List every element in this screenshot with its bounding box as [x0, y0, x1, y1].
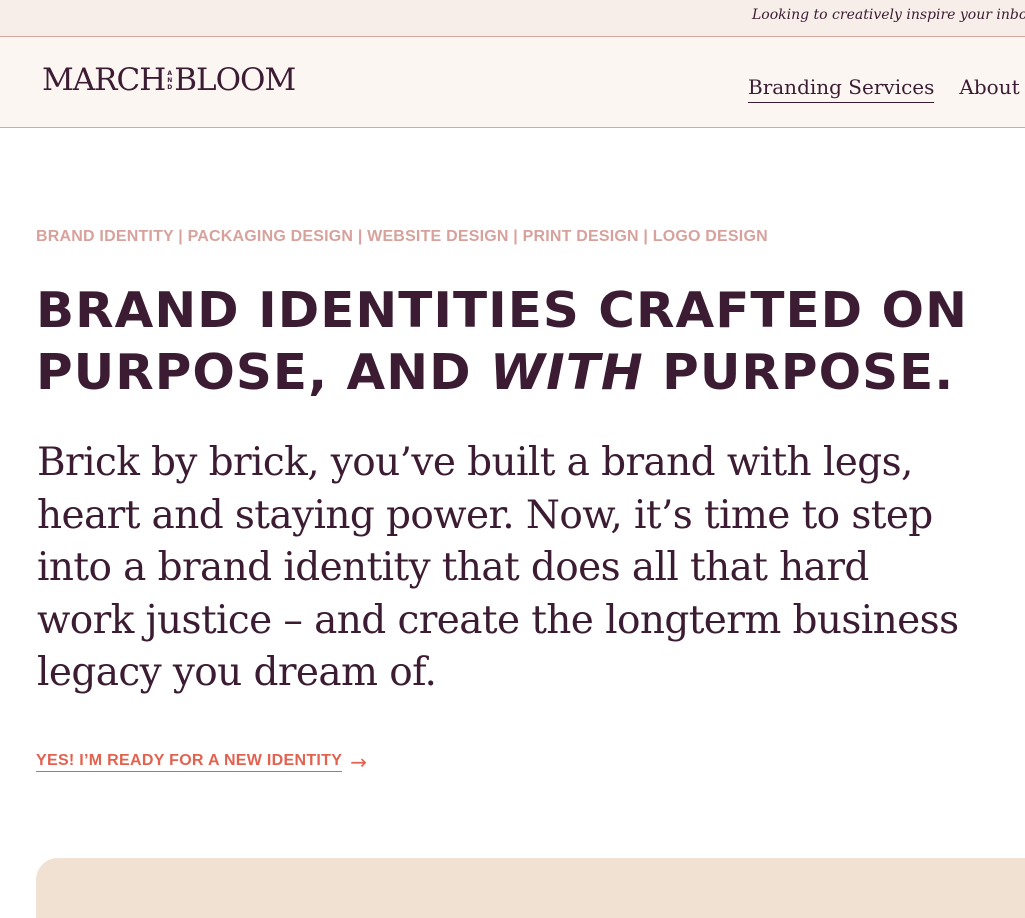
logo[interactable]: MARCH A N D BLOOM — [42, 62, 296, 98]
headline-line-1: BRAND IDENTITIES CRAFTED ON — [36, 282, 968, 339]
site-header: MARCH A N D BLOOM Branding Services Abou… — [0, 37, 1025, 128]
arrow-right-icon[interactable]: → — [350, 752, 367, 772]
nav-item-branding-services[interactable]: Branding Services — [748, 75, 935, 103]
services-tagline: BRAND IDENTITY | PACKAGING DESIGN | WEBS… — [36, 228, 768, 245]
announcement-text[interactable]: Looking to creatively inspire your inbox… — [752, 7, 1025, 23]
next-section-panel — [36, 858, 1025, 918]
hero-lede: Brick by brick, you’ve built a brand wit… — [37, 440, 959, 695]
new-identity-cta-link[interactable]: YES! I’M READY FOR A NEW IDENTITY → — [36, 752, 367, 772]
nav-item-about[interactable]: About — [959, 75, 1019, 103]
cta-label[interactable]: YES! I’M READY FOR A NEW IDENTITY — [36, 752, 343, 772]
logo-word-bloom: BLOOM — [174, 62, 296, 98]
main-nav: Branding Services About — [748, 75, 1020, 103]
headline-line-2-end: PURPOSE. — [643, 344, 955, 401]
headline-emphasis: WITH — [490, 344, 644, 401]
logo-word-march: MARCH — [42, 62, 166, 98]
logo-and-monogram: A N D — [167, 70, 173, 91]
hero-headline: BRAND IDENTITIES CRAFTED ON PURPOSE, AND… — [36, 280, 968, 404]
announcement-bar: Looking to creatively inspire your inbox… — [0, 0, 1025, 37]
headline-line-2-start: PURPOSE, AND — [36, 344, 491, 401]
